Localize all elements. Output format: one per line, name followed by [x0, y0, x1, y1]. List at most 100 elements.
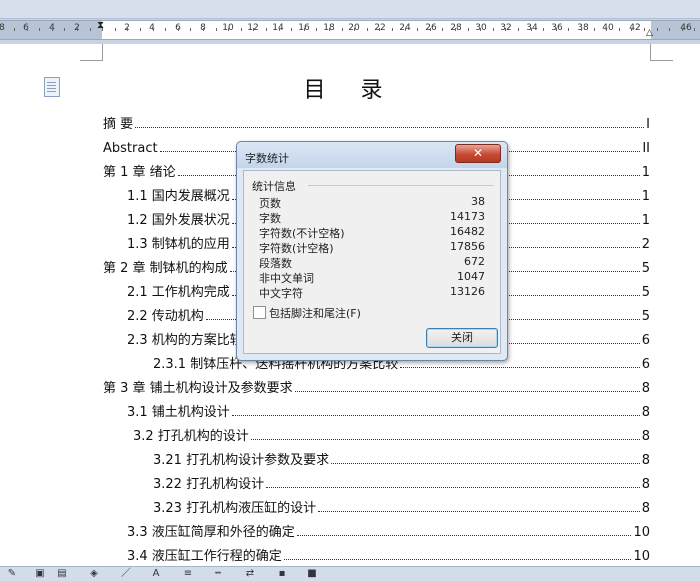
stat-label: 字符数(不计空格): [259, 227, 345, 240]
ruler-tick: [329, 28, 330, 31]
stat-row: 字符数(计空格) 17856: [259, 240, 485, 255]
toc-entry-text: 第 2 章 制钵机的构成: [103, 261, 228, 276]
toc-entry-page: 10: [633, 549, 650, 564]
dialog-titlebar[interactable]: 字数统计 ✕: [237, 142, 507, 168]
stat-value: 17856: [450, 240, 485, 253]
toc-entry-text: 3.1 铺土机构设计: [127, 405, 230, 420]
toc-entry-page: 6: [641, 357, 650, 372]
3d-icon[interactable]: ■: [306, 568, 318, 579]
ruler-tick: [669, 28, 670, 31]
stat-value: 1047: [457, 270, 485, 283]
line-icon[interactable]: ／: [120, 568, 132, 579]
ruler-tick: [52, 28, 53, 31]
toc-entry-page: 5: [641, 261, 650, 276]
toc-entry[interactable]: 摘 要I: [103, 112, 650, 132]
ruler-tick: [266, 28, 267, 31]
shape-icon[interactable]: ▤: [56, 568, 68, 579]
toc-entry[interactable]: 3.3 液压缸简厚和外径的确定 10: [127, 520, 650, 540]
toc-entry-text: 摘 要: [103, 117, 134, 132]
stat-row: 段落数 672: [259, 255, 485, 270]
stat-label: 字数: [259, 212, 281, 225]
dialog-close-icon[interactable]: ✕: [455, 144, 501, 163]
ruler-number: 30: [475, 23, 487, 33]
toc-entry-text: Abstract: [103, 141, 158, 156]
drawing-toolbar: ✎ ▣ ▤ ◈ ／ A ≡ ┅ ⇄ ▪ ■: [0, 566, 700, 581]
ruler-number: 8: [0, 23, 5, 33]
ruler-tick: [367, 28, 368, 31]
toc-entry-page: 5: [641, 285, 650, 300]
font-color-icon[interactable]: A: [150, 568, 162, 579]
ruler-number: 4: [149, 23, 155, 33]
dialog-title: 字数统计: [245, 152, 289, 165]
stat-label: 段落数: [259, 257, 292, 270]
ruler-tick: [657, 28, 658, 31]
toc-entry-page: 8: [641, 405, 650, 420]
toc-leader-dots: [135, 127, 645, 128]
margin-corner-top-right: [650, 44, 673, 61]
toc-entry[interactable]: 3.22 打孔机构设计 8: [153, 472, 650, 492]
line-style-icon[interactable]: ≡: [182, 568, 194, 579]
toc-entry[interactable]: 3.1 铺土机构设计 8: [127, 400, 650, 420]
ruler-tick: [543, 28, 544, 31]
footnotes-checkbox[interactable]: [253, 306, 266, 319]
toc-leader-dots: [283, 559, 632, 560]
toc-leader-dots: [294, 391, 640, 392]
toc-entry-page: 1: [641, 165, 650, 180]
shadow-icon[interactable]: ▪: [276, 568, 288, 579]
toc-entry[interactable]: 第 3 章 铺土机构设计及参数要求 8: [103, 376, 650, 396]
toc-entry-page: 8: [641, 429, 650, 444]
ruler-tick: [64, 28, 65, 31]
ruler-tick: [140, 28, 141, 31]
close-button[interactable]: 关闭: [426, 328, 498, 348]
ruler-tick: [644, 28, 645, 31]
ruler-tick: [631, 28, 632, 31]
left-indent-marker[interactable]: ⧗: [97, 20, 104, 31]
toc-entry-page: 1: [641, 189, 650, 204]
stat-row: 字符数(不计空格) 16482: [259, 225, 485, 240]
right-indent-marker[interactable]: △: [646, 28, 653, 38]
ruler-tick: [115, 28, 116, 31]
ruler-number: 28: [450, 23, 462, 33]
ruler-tick: [153, 28, 154, 31]
horizontal-ruler[interactable]: 8642246810121416182022242628303234363840…: [0, 0, 700, 44]
ruler-number: 26: [425, 23, 437, 33]
ruler-number: 36: [551, 23, 563, 33]
draw-icon[interactable]: ✎: [6, 568, 18, 579]
toc-entry-text: 3.3 液压缸简厚和外径的确定: [127, 525, 295, 540]
footnotes-checkbox-label[interactable]: 包括脚注和尾注(F): [269, 305, 361, 321]
fill-icon[interactable]: ◈: [88, 568, 100, 579]
picture-icon[interactable]: ▣: [34, 568, 46, 579]
ruler-tick: [342, 28, 343, 31]
stat-value: 16482: [450, 225, 485, 238]
toc-entry[interactable]: 3.23 打孔机构液压缸的设计 8: [153, 496, 650, 516]
toc-entry-page: 8: [641, 381, 650, 396]
group-divider: [308, 185, 494, 186]
group-label: 统计信息: [252, 178, 299, 194]
toc-entry-text: 3.22 打孔机构设计: [153, 477, 265, 492]
ruler-tick: [379, 28, 380, 31]
ruler-tick: [14, 28, 15, 31]
ruler-number: 22: [374, 23, 386, 33]
ruler-tick: [316, 28, 317, 31]
toc-entry[interactable]: 3.4 液压缸工作行程的确定 10: [127, 544, 650, 564]
ruler-tick: [480, 28, 481, 31]
toc-entry-page: 8: [641, 477, 650, 492]
toc-entry[interactable]: 3.21 打孔机构设计参数及要求 8: [153, 448, 650, 468]
toc-entry[interactable]: 3.2 打孔机构的设计 8: [133, 424, 650, 444]
ruler-tick: [556, 28, 557, 31]
toc-entry-text: 2.2 传动机构: [127, 309, 204, 324]
toc-entry-text: 1.1 国内发展概况: [127, 189, 230, 204]
ruler-number: 38: [577, 23, 589, 33]
stat-label: 字符数(计空格): [259, 242, 334, 255]
toc-leader-dots: [318, 511, 640, 512]
ruler-tick: [39, 28, 40, 31]
word-count-dialog: 字数统计 ✕ 统计信息 页数 38 字数 14173 字符数(不计空格) 16482 字符数…: [236, 141, 508, 361]
arrow-style-icon[interactable]: ⇄: [244, 568, 256, 579]
toc-leader-dots: [266, 487, 640, 488]
ruler-tick: [682, 28, 683, 31]
ruler-tick: [241, 28, 242, 31]
ruler-tick: [619, 28, 620, 31]
ruler-tick: [493, 28, 494, 31]
ruler-tick: [468, 28, 469, 31]
dash-style-icon[interactable]: ┅: [212, 568, 224, 579]
